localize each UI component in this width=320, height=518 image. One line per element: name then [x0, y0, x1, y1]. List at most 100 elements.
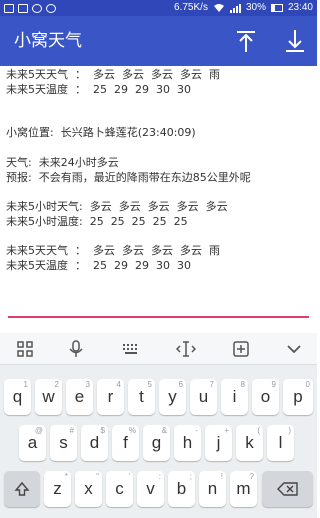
key-hint: ": [96, 472, 99, 481]
key-j[interactable]: j +: [205, 425, 232, 461]
key-label: d: [89, 433, 100, 452]
key-e[interactable]: e3: [66, 379, 93, 415]
key-label: f: [123, 433, 128, 452]
notification-icon: [4, 3, 14, 13]
image-icon: [18, 3, 28, 13]
key-label: k: [245, 433, 254, 452]
key-l[interactable]: l): [267, 425, 294, 461]
location-line: 小窝位置: 长兴路卜蜂莲花(23:40:09): [6, 126, 196, 139]
forecast-line: 预报: 不会有雨，最近的降雨带在东边85公里外呢: [6, 171, 251, 184]
key-hint: ?: [249, 472, 254, 481]
forecast-5hour-weather: 未来5小时天气: 多云 多云 多云 多云 多云: [6, 200, 228, 213]
key-hint: 2: [54, 380, 59, 389]
forecast-5hour-temp: 未来5小时温度: 25 25 25 25 25: [6, 215, 188, 228]
key-h[interactable]: h-: [174, 425, 201, 461]
key-label: m: [236, 479, 251, 498]
key-z[interactable]: z *: [44, 471, 71, 507]
key-d[interactable]: d $: [81, 425, 108, 461]
clock: 23:40: [287, 2, 313, 13]
key-hint: -: [195, 426, 198, 435]
key-i[interactable]: i8: [221, 379, 248, 415]
key-label: j: [216, 433, 221, 452]
key-label: z: [53, 479, 62, 498]
key-y[interactable]: y6: [159, 379, 186, 415]
soft-keyboard: q1 w2 e3 r4 t5 y6 u7 i8 o9 p0 a @ s # d $ f…: [0, 333, 317, 518]
key-hint: (: [257, 426, 260, 435]
forecast-5day-weather: 未来5天天气 ： 多云 多云 多云 多云 雨: [6, 68, 220, 81]
key-m[interactable]: m?: [230, 471, 257, 507]
key-hint: $: [100, 426, 105, 435]
grid-icon[interactable]: [15, 339, 35, 359]
key-hint: 4: [116, 380, 121, 389]
upload-button[interactable]: [232, 27, 260, 55]
key-q[interactable]: q1: [4, 379, 31, 415]
cursor-icon[interactable]: [176, 339, 196, 359]
key-hint: :: [158, 472, 161, 481]
key-r[interactable]: r4: [97, 379, 124, 415]
key-label: g: [151, 433, 162, 452]
key-hint: 0: [305, 380, 310, 389]
key-g[interactable]: g &: [143, 425, 170, 461]
key-label: a: [27, 433, 38, 452]
backspace-icon: [276, 482, 298, 496]
status-bar: 6.75K/s 30% 23:40: [0, 0, 317, 16]
key-hint: #: [69, 426, 74, 435]
key-label: o: [260, 387, 271, 406]
key-label: x: [84, 479, 93, 498]
key-label: l: [278, 433, 283, 452]
key-label: w: [42, 387, 55, 406]
key-hint: ': [128, 472, 130, 481]
key-w[interactable]: w2: [35, 379, 62, 415]
key-v[interactable]: v:: [137, 471, 164, 507]
key-u[interactable]: u7: [190, 379, 217, 415]
key-hint: ): [288, 426, 291, 435]
key-b[interactable]: b;: [168, 471, 195, 507]
status-notifications: [4, 0, 56, 16]
key-label: b: [176, 479, 187, 498]
key-hint: @: [34, 426, 43, 435]
key-a[interactable]: a @: [19, 425, 46, 461]
key-hint: 7: [209, 380, 214, 389]
shift-icon: [14, 481, 30, 496]
key-hint: 9: [271, 380, 276, 389]
key-label: e: [74, 387, 85, 406]
key-hint: 1: [23, 380, 28, 389]
key-n[interactable]: n!: [199, 471, 226, 507]
shift-key[interactable]: [4, 471, 40, 507]
key-label: q: [12, 387, 23, 406]
key-label: i: [232, 387, 237, 406]
key-hint: 6: [178, 380, 183, 389]
key-o[interactable]: o9: [252, 379, 279, 415]
forecast-5day-temp-2: 未来5天温度 ： 25 29 29 30 30: [6, 259, 191, 272]
key-c[interactable]: c ': [106, 471, 133, 507]
app-bar: 小窝天气: [0, 16, 317, 66]
key-x[interactable]: x ": [75, 471, 102, 507]
keyboard-toolbar: [0, 333, 317, 365]
key-hint: 8: [240, 380, 245, 389]
key-hint: 3: [85, 380, 90, 389]
mic-icon[interactable]: [66, 339, 86, 359]
weather-line: 天气: 未来24小时多云: [6, 156, 119, 169]
key-k[interactable]: k(: [236, 425, 263, 461]
key-p[interactable]: p0: [283, 379, 313, 415]
download-icon: [286, 30, 304, 52]
wifi-icon: [213, 4, 224, 12]
keyboard-icon[interactable]: [121, 339, 141, 359]
android-icon: [32, 3, 42, 13]
key-hint: +: [224, 426, 229, 435]
key-hint: &: [161, 426, 167, 435]
key-label: s: [59, 433, 68, 452]
forecast-5day-temp: 未来5天温度 ： 25 29 29 30 30: [6, 83, 191, 96]
backspace-key[interactable]: [262, 471, 313, 507]
battery-icon: [270, 4, 283, 12]
key-s[interactable]: s #: [50, 425, 77, 461]
signal-icon: [229, 3, 241, 13]
chevron-down-icon[interactable]: [284, 339, 304, 359]
download-button[interactable]: [281, 27, 309, 55]
key-hint: ;: [189, 472, 192, 481]
key-hint: %: [128, 426, 136, 435]
key-f[interactable]: f%: [112, 425, 139, 461]
add-box-icon[interactable]: [231, 339, 251, 359]
key-t[interactable]: t5: [128, 379, 155, 415]
key-label: t: [139, 387, 144, 406]
